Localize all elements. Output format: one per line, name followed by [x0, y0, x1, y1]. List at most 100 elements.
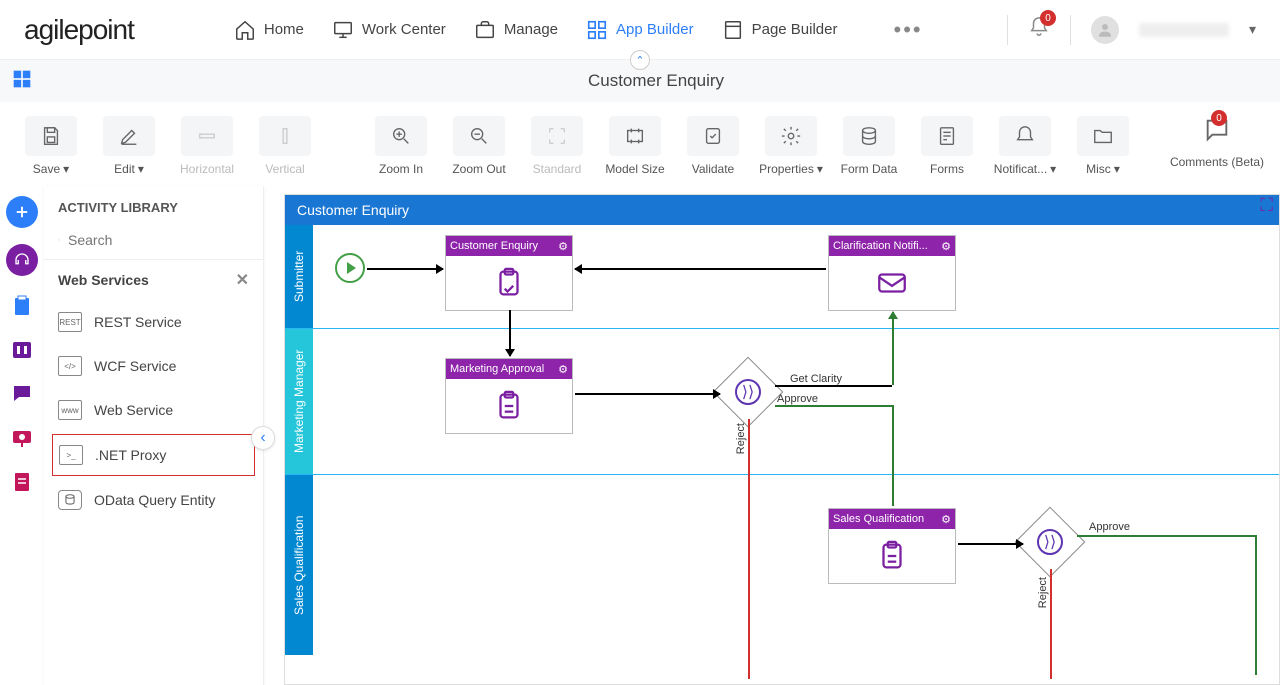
gateway-sales[interactable]: ⟩⟩	[1025, 517, 1075, 567]
edge	[1077, 535, 1257, 537]
user-menu-chevron[interactable]: ▾	[1249, 21, 1256, 38]
odata-icon	[58, 490, 82, 510]
add-button[interactable]	[6, 196, 38, 228]
comments-badge: 0	[1211, 110, 1227, 126]
zoom-out-button[interactable]: Zoom Out	[444, 116, 514, 176]
clipboard-icon	[10, 294, 34, 318]
folder-icon	[1092, 125, 1114, 147]
doc-icon	[10, 470, 34, 494]
edit-button[interactable]: Edit ▾	[94, 116, 164, 176]
main: ACTIVITY LIBRARY Web Services ✕ REST RES…	[0, 186, 1280, 685]
form-data-button[interactable]: Form Data	[834, 116, 904, 176]
validate-button[interactable]: Validate	[678, 116, 748, 176]
activity-sales-qualification[interactable]: Sales Qualification⚙	[828, 508, 956, 584]
standard-button[interactable]: Standard	[522, 116, 592, 176]
save-button[interactable]: Save ▾	[16, 116, 86, 176]
edge-label-approve: Approve	[777, 393, 818, 405]
activity-clarification[interactable]: Clarification Notifi...⚙	[828, 235, 956, 311]
zoom-in-button[interactable]: Zoom In	[366, 116, 436, 176]
task-icon	[875, 539, 909, 573]
activity-web-service[interactable]: www Web Service	[44, 388, 263, 432]
model-size-button[interactable]: Model Size	[600, 116, 670, 176]
chat-icon	[10, 382, 34, 406]
gateway-marketing[interactable]: ⟩⟩	[723, 367, 773, 417]
rail-icon-present[interactable]	[8, 424, 36, 452]
divider	[1070, 15, 1071, 45]
edge	[1255, 535, 1257, 675]
subheader: ⌃ Customer Enquiry	[0, 60, 1280, 102]
activity-rest-service[interactable]: REST REST Service	[44, 300, 263, 344]
process-canvas[interactable]: Customer Enquiry ⛶ Submitter Marketing M…	[284, 194, 1280, 685]
topnav-right: 0 ▾	[1007, 15, 1256, 45]
properties-button[interactable]: Properties ▾	[756, 116, 826, 176]
left-icon-rail	[0, 186, 44, 685]
user-avatar[interactable]	[1091, 16, 1119, 44]
nav-page-builder[interactable]: Page Builder	[722, 17, 838, 43]
brand-logo: agilepoint	[24, 14, 134, 46]
nav-more-button[interactable]: •••	[894, 17, 923, 43]
database-icon	[858, 125, 880, 147]
start-event[interactable]	[335, 253, 365, 283]
canvas-wrap: Customer Enquiry ⛶ Submitter Marketing M…	[264, 186, 1280, 685]
zoom-in-icon	[390, 125, 412, 147]
activity-wcf-service[interactable]: </> WCF Service	[44, 344, 263, 388]
edge	[575, 393, 720, 395]
activity-library-panel: ACTIVITY LIBRARY Web Services ✕ REST RES…	[44, 186, 264, 685]
vertical-button[interactable]: Vertical	[250, 116, 320, 176]
collapse-top-button[interactable]: ⌃	[630, 50, 650, 70]
edge	[367, 268, 443, 270]
lane-submitter: Submitter	[285, 225, 1279, 329]
save-icon	[40, 125, 62, 147]
activity-list: REST REST Service </> WCF Service www We…	[44, 300, 263, 522]
nav-home[interactable]: Home	[234, 17, 304, 43]
validate-icon	[702, 125, 724, 147]
username	[1139, 23, 1229, 37]
forms-button[interactable]: Forms	[912, 116, 982, 176]
zoom-out-icon	[468, 125, 490, 147]
gear-icon[interactable]: ⚙	[941, 240, 951, 253]
nav-tabs: Home Work Center Manage App Builder Page…	[234, 17, 923, 43]
nav-manage[interactable]: Manage	[474, 17, 558, 43]
activity-odata[interactable]: OData Query Entity	[44, 478, 263, 522]
notifications-button[interactable]: 0	[1028, 16, 1050, 43]
form-task-icon	[492, 266, 526, 300]
search-input[interactable]	[68, 232, 249, 248]
activity-customer-enquiry[interactable]: Customer Enquiry⚙	[445, 235, 573, 311]
rail-icon-doc[interactable]	[8, 468, 36, 496]
vertical-icon	[274, 125, 296, 147]
rail-icon-clipboard[interactable]	[8, 292, 36, 320]
expand-canvas-button[interactable]: ⛶	[1260, 195, 1273, 216]
notifications-tool-button[interactable]: Notificat... ▾	[990, 116, 1060, 176]
rail-icon-chat[interactable]	[8, 380, 36, 408]
apps-icon[interactable]	[12, 69, 32, 94]
activity-net-proxy[interactable]: >_ .NET Proxy	[52, 434, 255, 476]
gear-icon[interactable]: ⚙	[558, 240, 568, 253]
horizontal-button[interactable]: Horizontal	[172, 116, 242, 176]
canvas-header: Customer Enquiry	[285, 195, 1279, 225]
rail-icon-headset[interactable]	[6, 244, 38, 276]
home-icon	[234, 19, 256, 41]
toolbar: Save ▾ Edit ▾ Horizontal Vertical Zoom I…	[0, 102, 1280, 186]
edge	[575, 268, 826, 270]
panel-header: ACTIVITY LIBRARY	[44, 186, 263, 225]
edge	[509, 310, 511, 356]
panel-collapse-button[interactable]: ‹	[251, 426, 275, 450]
plus-icon	[13, 203, 31, 221]
rail-icon-columns[interactable]	[8, 336, 36, 364]
edge-label-reject: Reject	[735, 423, 747, 454]
nav-work-center[interactable]: Work Center	[332, 17, 446, 43]
category-close-button[interactable]: ✕	[236, 270, 249, 290]
headset-icon	[13, 251, 31, 269]
gear-icon[interactable]: ⚙	[941, 513, 951, 526]
edge	[748, 419, 750, 679]
columns-icon	[10, 338, 34, 362]
gear-icon[interactable]: ⚙	[558, 363, 568, 376]
edge	[1050, 569, 1052, 679]
model-size-icon	[624, 125, 646, 147]
edit-icon	[118, 125, 140, 147]
nav-app-builder[interactable]: App Builder	[586, 17, 694, 43]
comments-button[interactable]: 0 Comments (Beta)	[1170, 116, 1264, 169]
edge	[775, 405, 892, 407]
misc-button[interactable]: Misc ▾	[1068, 116, 1138, 176]
activity-marketing-approval[interactable]: Marketing Approval⚙	[445, 358, 573, 434]
